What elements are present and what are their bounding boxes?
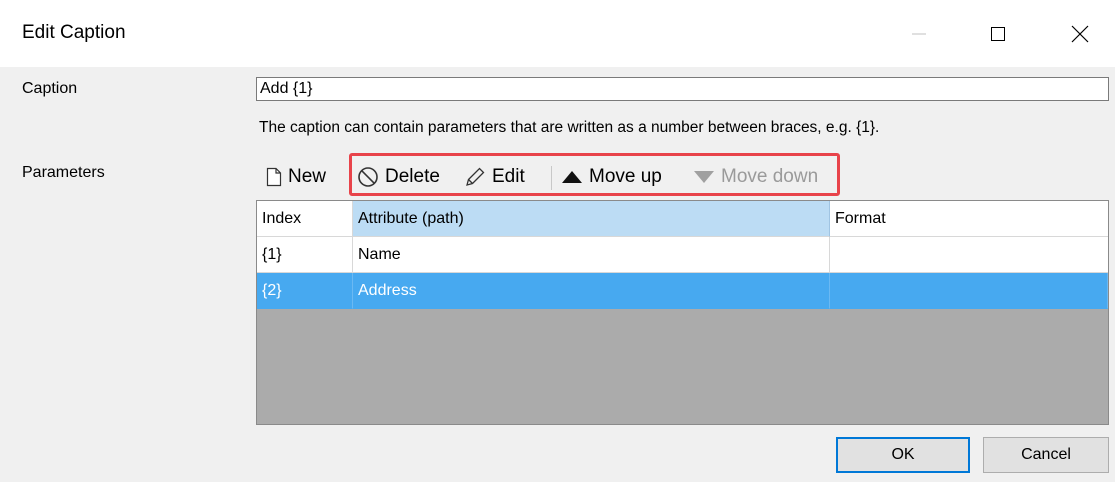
format-cell[interactable] (830, 273, 1108, 309)
grid-header-row: Index Attribute (path) Format (257, 201, 1108, 237)
caption-input[interactable] (256, 77, 1109, 101)
cancel-button[interactable]: Cancel (983, 437, 1109, 473)
delete-button-label: Delete (385, 166, 440, 187)
parameters-label: Parameters (22, 164, 105, 181)
format-cell[interactable] (830, 237, 1108, 273)
move-up-button[interactable]: Move up (561, 156, 662, 198)
index-cell[interactable]: {2} (257, 273, 353, 309)
move-down-button-label: Move down (721, 166, 819, 187)
triangle-down-icon (694, 171, 714, 183)
close-icon (1071, 25, 1089, 43)
caption-hint: The caption can contain parameters that … (259, 119, 880, 136)
column-header-format[interactable]: Format (830, 201, 1108, 237)
column-header-attribute[interactable]: Attribute (path) (353, 201, 830, 237)
delete-icon (358, 167, 378, 187)
maximize-icon (991, 27, 1005, 41)
new-button-label: New (288, 166, 327, 187)
maximize-button[interactable] (968, 10, 1028, 58)
move-up-button-label: Move up (589, 166, 662, 187)
pencil-icon (466, 167, 485, 186)
table-row-selected[interactable]: {2} Address (257, 273, 1108, 309)
close-button[interactable] (1050, 10, 1110, 58)
caption-label: Caption (22, 80, 78, 97)
minimize-button[interactable] (889, 10, 949, 58)
triangle-up-icon (562, 171, 582, 183)
window-title: Edit Caption (22, 22, 126, 43)
edit-caption-dialog: Edit Caption Caption The caption can con… (0, 0, 1115, 482)
delete-button[interactable]: Delete (357, 156, 440, 198)
attribute-cell[interactable]: Name (353, 237, 830, 273)
column-header-index[interactable]: Index (257, 201, 353, 237)
move-down-button[interactable]: Move down (693, 156, 818, 198)
parameters-toolbar: New Delete Edit Move up Move down (256, 156, 856, 198)
new-document-icon (266, 167, 282, 187)
title-bar[interactable]: Edit Caption (0, 0, 1115, 67)
attribute-cell[interactable]: Address (353, 273, 830, 309)
table-row[interactable]: {1} Name (257, 237, 1108, 273)
ok-button[interactable]: OK (836, 437, 970, 473)
parameters-grid[interactable]: Index Attribute (path) Format {1} Name {… (256, 200, 1109, 425)
toolbar-separator (551, 166, 552, 190)
edit-button[interactable]: Edit (464, 156, 525, 198)
index-cell[interactable]: {1} (257, 237, 353, 273)
edit-button-label: Edit (492, 166, 525, 187)
new-button[interactable]: New (266, 156, 326, 198)
minimize-icon (912, 33, 926, 35)
